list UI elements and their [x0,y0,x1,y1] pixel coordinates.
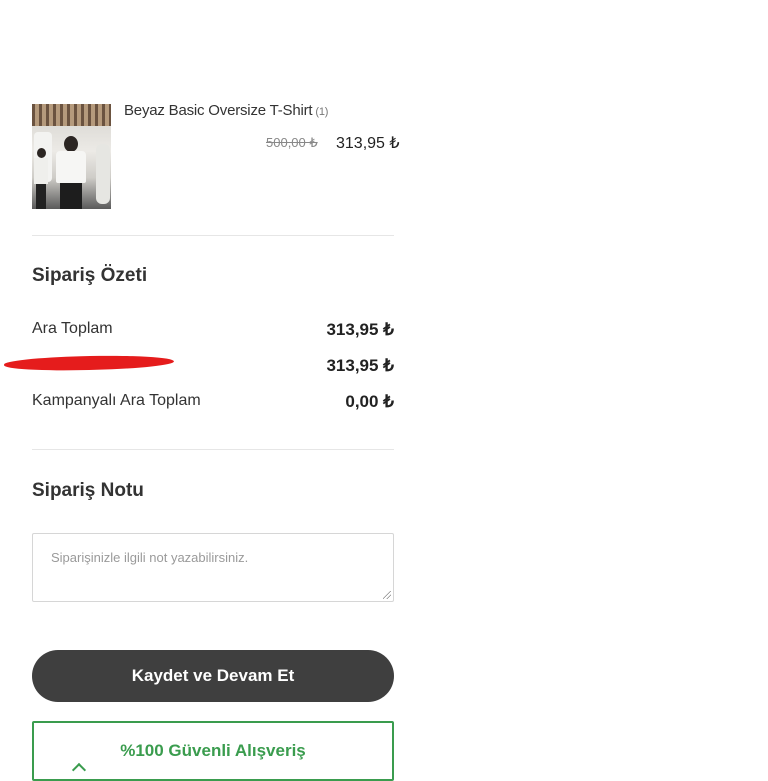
secure-shopping-label: %100 Güvenli Alışveriş [120,741,306,760]
product-price: 313,95 ₺ [336,135,400,152]
save-continue-label: Kaydet ve Devam Et [131,666,295,685]
resize-handle-icon[interactable] [383,591,391,599]
product-name-text: Beyaz Basic Oversize T-Shirt [124,102,313,119]
product-quantity: (1) [315,106,329,118]
divider [32,235,394,236]
shield-icon [71,762,87,778]
order-summary-title: Sipariş Özeti [32,265,148,286]
subtotal-value: 313,95 ₺ [326,320,394,339]
campaign-subtotal-label: Kampanyalı Ara Toplam [32,392,201,409]
product-name[interactable]: Beyaz Basic Oversize T-Shirt (1) [124,102,328,119]
divider [32,449,394,450]
order-note-textarea[interactable]: Siparişinizle ilgili not yazabilirsiniz. [32,533,394,602]
campaign-subtotal-value: 0,00 ₺ [345,392,394,411]
redaction-mark [3,353,175,373]
product-image[interactable] [32,104,111,209]
save-continue-button[interactable]: Kaydet ve Devam Et [32,650,394,702]
subtotal-label: Ara Toplam [32,320,113,337]
order-note-placeholder: Siparişinizle ilgili not yazabilirsiniz. [51,550,249,565]
total-value: 313,95 ₺ [326,356,394,375]
secure-shopping-badge: %100 Güvenli Alışveriş [32,721,394,781]
product-old-price: 500,00 ₺ [266,135,318,150]
order-note-title: Sipariş Notu [32,480,144,501]
